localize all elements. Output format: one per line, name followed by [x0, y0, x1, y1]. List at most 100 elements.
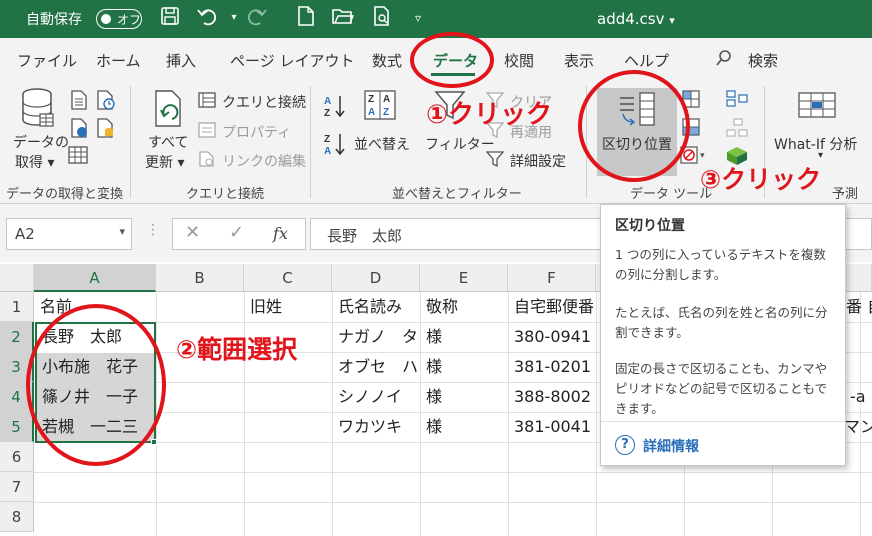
get-data-button[interactable]: データの	[13, 132, 69, 152]
enter-icon[interactable]: ✓	[229, 222, 244, 243]
row-header-6[interactable]: 6	[0, 442, 34, 472]
group-label-forecast: 予測	[832, 187, 859, 202]
consolidate-icon[interactable]	[726, 90, 748, 112]
cell-e1[interactable]: 敬称	[422, 292, 508, 322]
autosave-toggle[interactable]: オフ	[96, 9, 142, 29]
advanced-button[interactable]: 詳細設定	[510, 151, 566, 171]
annotation-circle-data-tab	[410, 32, 494, 88]
column-header-d[interactable]: D	[332, 264, 420, 292]
relationships-icon	[726, 118, 748, 142]
sort-button[interactable]: 並べ替え	[354, 134, 410, 154]
advanced-filter-icon	[485, 151, 505, 171]
svg-text:A: A	[383, 94, 390, 105]
column-header-f[interactable]: F	[508, 264, 596, 292]
cell-f3[interactable]: 381-0201	[510, 352, 596, 382]
refresh-all-button[interactable]: すべて	[148, 132, 188, 152]
chevron-down-icon[interactable]: ▾	[119, 225, 125, 238]
name-box[interactable]: A2 ▾	[6, 218, 132, 250]
tooltip-paragraph-3: 固定の長さで区切ることも、カンマやピリオドなどの記号で区切ることもできます。	[615, 361, 828, 416]
cell-e3[interactable]: 様	[422, 352, 508, 382]
tooltip-paragraph-2: たとえば、氏名の列を姓と名の列に分割できます。	[615, 305, 828, 340]
row-header-5[interactable]: 5	[0, 412, 34, 442]
cell-f2[interactable]: 380-0941	[510, 322, 596, 352]
from-text-icon[interactable]	[70, 90, 88, 114]
undo-dropdown-icon[interactable]: ▾	[222, 6, 246, 30]
row-header-7[interactable]: 7	[0, 472, 34, 502]
help-icon[interactable]: ?	[615, 435, 635, 455]
row-header-8[interactable]: 8	[0, 502, 34, 532]
group-label-sort-filter: 並べ替えとフィルター	[392, 187, 522, 202]
tab-help[interactable]: ヘルプ	[624, 50, 669, 71]
from-web-icon[interactable]	[70, 118, 90, 142]
new-file-icon[interactable]	[294, 6, 318, 30]
cell-d4[interactable]: シノノイ	[334, 382, 420, 412]
cell-f5[interactable]: 381-0041	[510, 412, 596, 442]
svg-text:Z: Z	[368, 94, 374, 105]
grid-line	[332, 292, 333, 536]
tab-review[interactable]: 校閲	[504, 50, 534, 71]
chevron-down-icon: ▾	[669, 14, 675, 27]
tab-page-layout[interactable]: ページ レイアウト	[230, 50, 354, 71]
insert-function-icon[interactable]: fx	[273, 224, 288, 243]
cell-far-right-4[interactable]: -a	[846, 382, 872, 412]
select-all-corner[interactable]	[0, 264, 34, 292]
what-if-icon[interactable]	[798, 92, 836, 128]
tab-view[interactable]: 表示	[564, 50, 594, 71]
filter-button[interactable]: フィルター	[425, 134, 495, 154]
what-if-button[interactable]: What-If 分析	[774, 134, 857, 154]
tab-insert[interactable]: 挿入	[166, 50, 196, 71]
name-box-value: A2	[15, 225, 35, 243]
cell-d3[interactable]: オブセ ハ	[334, 352, 420, 382]
refresh-all-dropdown[interactable]: 更新 ▾	[145, 152, 184, 172]
row-header-2[interactable]: 2	[0, 322, 34, 352]
column-header-a[interactable]: A	[34, 264, 156, 292]
open-folder-icon[interactable]	[331, 6, 355, 30]
tab-formulas[interactable]: 数式	[372, 50, 402, 71]
cell-e5[interactable]: 様	[422, 412, 508, 442]
database-icon[interactable]	[20, 88, 54, 132]
refresh-all-icon[interactable]	[152, 90, 186, 132]
cell-d5[interactable]: ワカツキ	[334, 412, 420, 442]
cell-c1[interactable]: 旧姓	[246, 292, 332, 322]
row-header-1[interactable]: 1	[0, 292, 34, 322]
column-header-e[interactable]: E	[420, 264, 508, 292]
cell-d2[interactable]: ナガノ タ	[334, 322, 420, 352]
cell-f1[interactable]: 自宅郵便番	[510, 292, 596, 322]
search-label[interactable]: 検索	[748, 50, 778, 71]
existing-connections-icon[interactable]	[96, 118, 116, 142]
sort-az-icon[interactable]: AZ	[324, 94, 346, 122]
cell-e4[interactable]: 様	[422, 382, 508, 412]
customize-toolbar-icon[interactable]: ▿	[406, 6, 430, 30]
ribbon-separator	[310, 86, 311, 198]
column-header-b[interactable]: B	[156, 264, 244, 292]
cell-f4[interactable]: 388-8002	[510, 382, 596, 412]
annotation-step-2: ②範囲選択	[176, 335, 298, 364]
tooltip-divider	[601, 421, 845, 422]
recent-sources-icon[interactable]	[96, 90, 116, 114]
svg-text:A: A	[324, 96, 331, 107]
tooltip-more-info-link[interactable]: 詳細情報	[643, 436, 699, 456]
file-name-text: add4.csv	[597, 10, 665, 28]
search-icon[interactable]	[716, 50, 732, 70]
undo-icon[interactable]	[196, 6, 220, 30]
sort-za-icon[interactable]: ZA	[324, 132, 346, 160]
properties-icon	[198, 122, 216, 142]
column-header-c[interactable]: C	[244, 264, 332, 292]
tab-home[interactable]: ホーム	[96, 50, 141, 71]
svg-text:A: A	[368, 107, 375, 118]
group-label-get-transform: データの取得と変換	[6, 187, 124, 202]
cancel-icon[interactable]: ✕	[185, 222, 200, 243]
save-icon[interactable]	[158, 6, 182, 30]
get-data-dropdown[interactable]: 取得 ▾	[15, 152, 54, 172]
from-table-icon[interactable]	[68, 146, 88, 168]
cell-e2[interactable]: 様	[422, 322, 508, 352]
sort-dialog-icon[interactable]: ZAAZ	[364, 90, 398, 124]
file-name[interactable]: add4.csv ▾	[597, 10, 675, 28]
cell-d1[interactable]: 氏名読み	[334, 292, 420, 322]
queries-connections-button[interactable]: クエリと接続	[222, 92, 306, 112]
print-preview-icon[interactable]	[370, 6, 394, 30]
tab-file[interactable]: ファイル	[17, 50, 77, 71]
grid-line	[508, 292, 509, 536]
formula-bar-grip-icon[interactable]: ⋮	[146, 222, 160, 238]
cell-far-right-1[interactable]: 番 自	[842, 292, 872, 322]
